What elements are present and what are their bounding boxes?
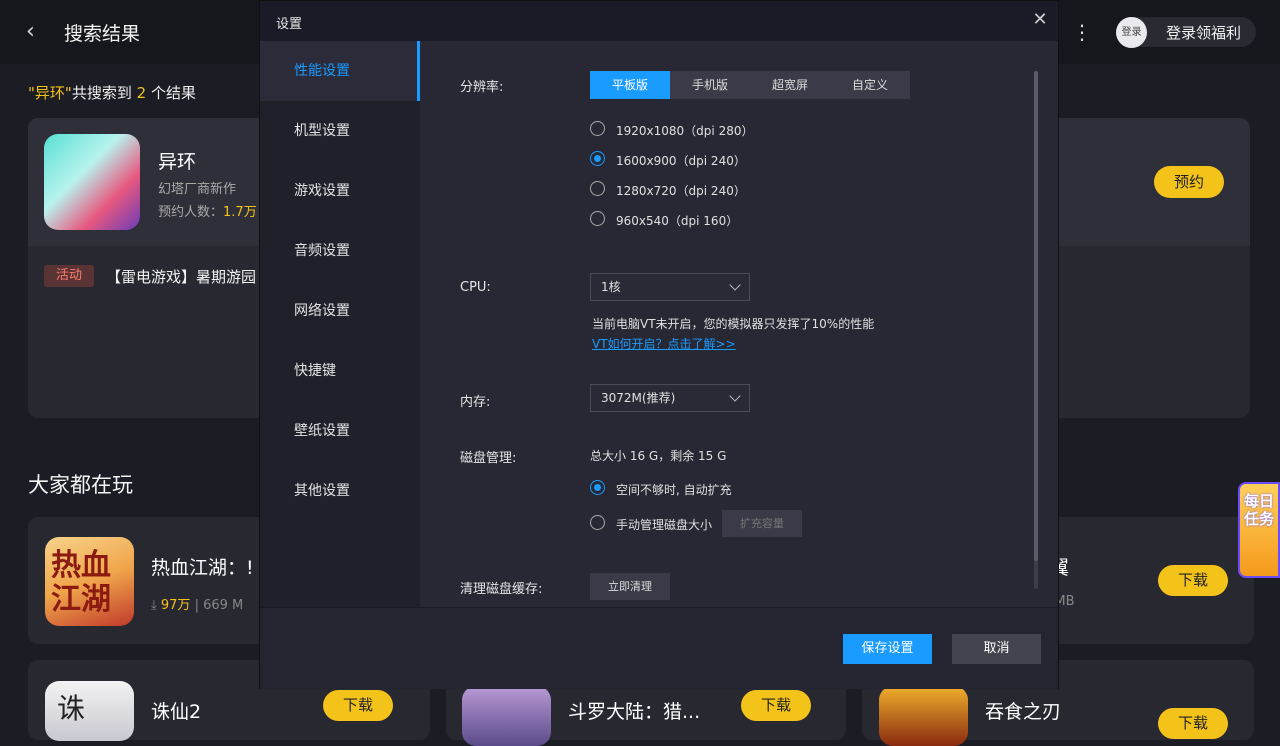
login-label[interactable]: 登录领福利 [1166,22,1241,43]
download-button[interactable]: 下载 [1158,708,1228,739]
save-button[interactable]: 保存设置 [843,634,932,664]
download-icon: ⤓ [151,598,157,613]
download-button[interactable]: 下载 [1158,565,1228,596]
resolution-option[interactable]: 960x540（dpi 160） [616,212,738,229]
vt-help-link[interactable]: VT如何开启？点击了解>> [592,335,736,352]
nav-item-audio[interactable]: 音频设置 [260,221,420,281]
memory-select[interactable]: 3072M(推荐) [590,384,750,412]
daily-task-widget[interactable]: 每日任务 [1238,482,1280,578]
resolution-option[interactable]: 1280x720（dpi 240） [616,182,746,199]
chevron-down-icon [729,279,741,291]
disk-label: 磁盘管理: [460,451,517,466]
result-prefix: 共搜索到 [71,84,132,102]
reserve-label: 预约人数： [158,205,224,220]
event-badge: 活动 [44,265,94,287]
game-icon[interactable]: 诛 [45,681,134,741]
resolution-option[interactable]: 1600x900（dpi 240） [616,152,746,169]
page-title: 搜索结果 [64,23,141,45]
event-title[interactable]: 【雷电游戏】暑期游园 [106,266,256,287]
nav-item-wallpaper[interactable]: 壁纸设置 [260,401,420,461]
cpu-label: CPU: [460,280,491,295]
dialog-title: 设置 [276,17,303,32]
tab-custom[interactable]: 自定义 [830,71,910,99]
cpu-select[interactable]: 1核 [590,273,750,301]
resolution-radio-960[interactable] [590,211,605,226]
resolution-radio-1920[interactable] [590,121,605,136]
game-icon[interactable] [462,686,551,746]
game-icon[interactable] [44,134,140,230]
game-name[interactable]: 热血江湖：! [151,553,254,580]
resolution-option[interactable]: 1920x1080（dpi 280） [616,122,753,139]
search-query: "异环" [28,84,72,102]
memory-label: 内存: [460,395,491,410]
section-title: 大家都在玩 [28,473,133,497]
tab-phone[interactable]: 手机版 [670,71,750,99]
game-icon-text: 热血江湖 [51,548,111,617]
clean-now-button[interactable]: 立即清理 [590,573,670,600]
chevron-down-icon [729,390,741,402]
game-meta: ⤓ 97万 | 669 M [151,598,244,613]
more-vertical-icon[interactable]: ⋮ [1072,20,1092,44]
resolution-radio-1280[interactable] [590,181,605,196]
tab-ultrawide[interactable]: 超宽屏 [750,71,830,99]
nav-item-shortcuts[interactable]: 快捷键 [260,341,420,401]
resolution-label: 分辨率: [460,80,504,95]
game-name[interactable]: 异环 [158,147,196,174]
dialog-header: 设置 ✕ [260,1,1058,41]
disk-info: 总大小 16 G，剩余 15 G [590,449,727,463]
tab-tablet[interactable]: 平板版 [590,71,670,99]
disk-radio-manual[interactable] [590,515,605,530]
reserve-number: 1.7万 [223,205,257,220]
settings-content: 分辨率: 平板版 手机版 超宽屏 自定义 1920x1080（dpi 280） … [420,41,1058,607]
nav-item-other[interactable]: 其他设置 [260,461,420,521]
nav-item-device[interactable]: 机型设置 [260,101,420,161]
result-suffix: 个结果 [150,84,196,102]
close-icon[interactable]: ✕ [1030,9,1050,30]
disk-radio-auto[interactable] [590,480,605,495]
game-developer: 幻塔厂商新作 [158,182,237,197]
nav-item-game[interactable]: 游戏设置 [260,161,420,221]
clean-cache-label: 清理磁盘缓存: [460,582,543,597]
cancel-button[interactable]: 取消 [952,634,1041,664]
expand-capacity-button[interactable]: 扩充容量 [722,510,802,537]
nav-item-network[interactable]: 网络设置 [260,281,420,341]
avatar[interactable]: 登录 [1116,17,1147,48]
back-arrow-icon[interactable]: ‹ [26,20,50,44]
scrollbar-thumb[interactable] [1034,71,1038,561]
download-button[interactable]: 下载 [323,690,393,721]
memory-value: 3072M(推荐) [601,391,676,405]
download-count: 97万 [160,598,191,613]
result-count: 2 [136,84,147,102]
download-button[interactable]: 下载 [741,690,811,721]
settings-nav: 性能设置 机型设置 游戏设置 音频设置 网络设置 快捷键 壁纸设置 其他设置 [260,41,420,607]
settings-dialog: 设置 ✕ 性能设置 机型设置 游戏设置 音频设置 网络设置 快捷键 壁纸设置 其… [259,0,1059,689]
file-size: 669 M [203,598,244,613]
game-icon[interactable] [879,686,968,746]
cpu-note: 当前电脑VT未开启，您的模拟器只发挥了10%的性能 [592,317,875,331]
game-icon[interactable]: 热血江湖 [45,537,134,626]
cpu-value: 1核 [601,280,621,294]
dialog-footer: 保存设置 取消 [260,607,1058,689]
reserve-count: 预约人数：1.7万 [158,201,257,220]
reserve-button[interactable]: 预约 [1154,166,1224,198]
nav-item-performance[interactable]: 性能设置 [260,41,420,101]
resolution-radio-1600[interactable] [590,151,605,166]
search-result-summary: "异环"共搜索到 2 个结果 [28,82,196,103]
disk-option[interactable]: 空间不够时, 自动扩充 [616,481,732,498]
disk-option[interactable]: 手动管理磁盘大小 [616,516,712,533]
